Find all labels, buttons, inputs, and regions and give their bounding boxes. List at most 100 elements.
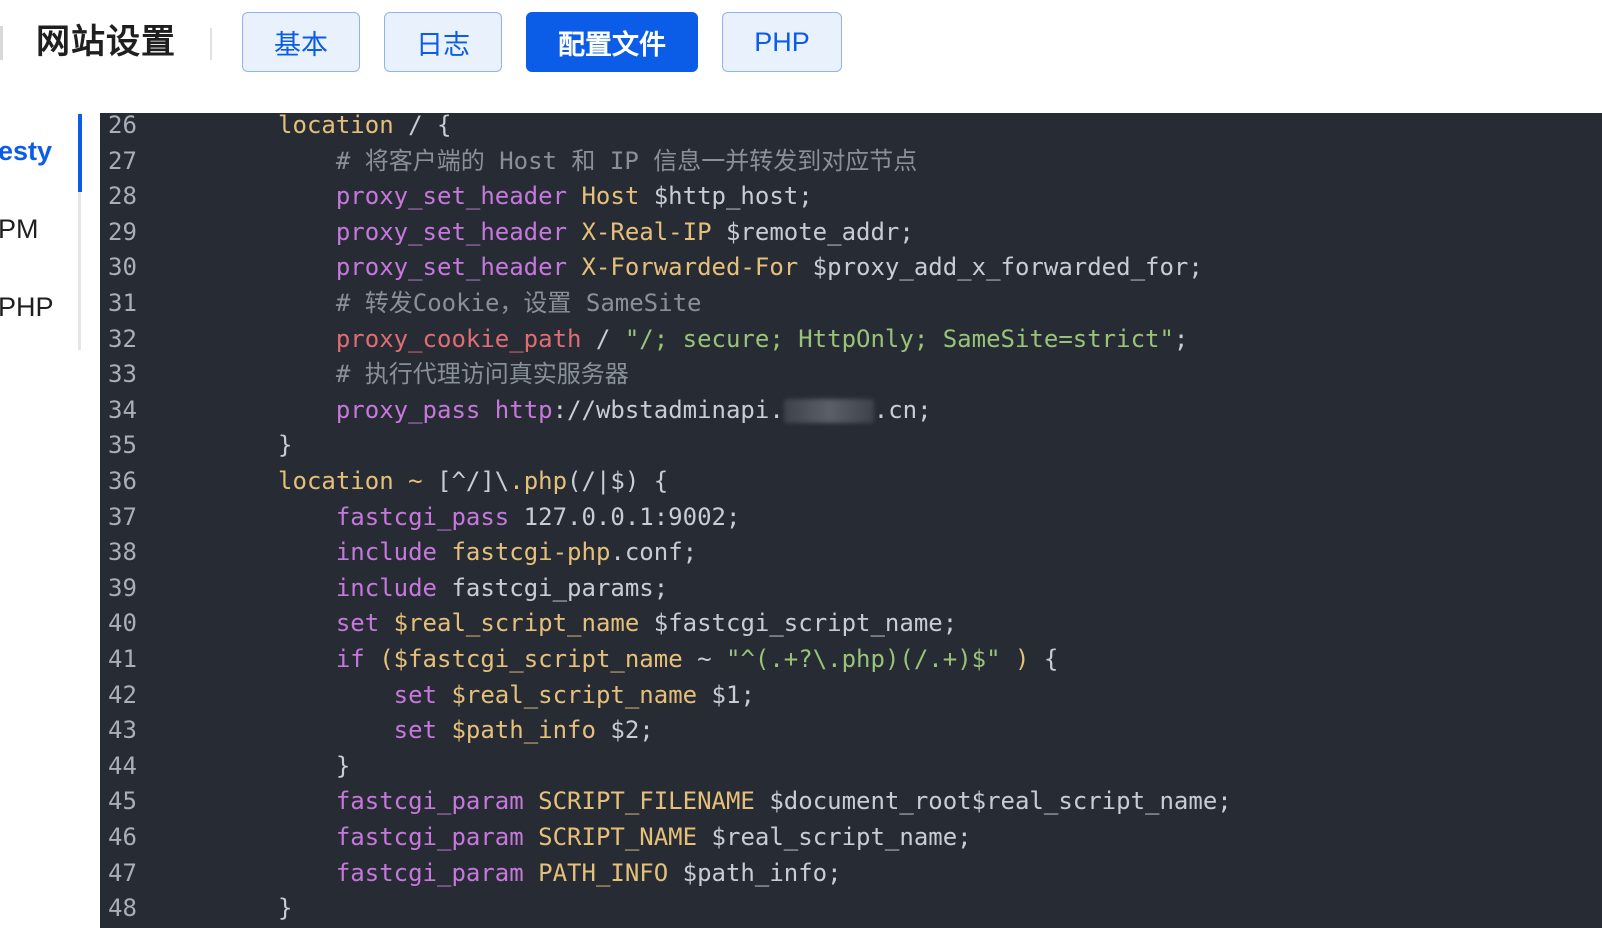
code-token: set (335, 609, 380, 638)
code-token: if (335, 645, 365, 673)
code-line: 36 location ~ [^/]\.php(/|$) { (100, 463, 1602, 499)
code-line: 43 set $path_info $2; (100, 712, 1602, 748)
code-line: 28 proxy_set_header Host $http_host; (100, 178, 1602, 214)
line-number: 45 (108, 787, 137, 816)
settings-tab-bar: 基本 日志 配置文件 PHP (242, 12, 842, 72)
code-line: 37 fastcgi_pass 127.0.0.1:9002; (100, 499, 1602, 535)
line-number: 35 (108, 431, 137, 460)
line-number: 34 (108, 395, 137, 424)
code-token: $real_script_name (451, 680, 698, 709)
code-line: 41 if ($fastcgi_script_name ~ "^(.+?\.ph… (100, 641, 1602, 677)
line-number: 42 (108, 680, 137, 709)
page-title: 网站设置 (36, 23, 176, 61)
code-token: / { (393, 113, 452, 139)
code-token: "/; secure; HttpOnly; SameSite=strict" (624, 324, 1174, 353)
code-token: "^(.+?\.php)(/.+)$" (726, 645, 1001, 673)
line-number: 33 (108, 360, 137, 389)
code-line: 48 } (100, 890, 1602, 926)
code-token: } (220, 894, 293, 923)
code-line: 39 include fastcgi_params; (100, 570, 1602, 606)
code-token: .conf; (610, 538, 698, 567)
line-number: 47 (108, 858, 137, 887)
code-token: { (1029, 645, 1059, 673)
line-number: 30 (108, 253, 137, 282)
line-number: 39 (108, 573, 137, 602)
sidebar-item-php[interactable]: PHP (0, 292, 54, 323)
line-number: 37 (108, 502, 137, 531)
code-token: http (494, 395, 553, 424)
code-line: 40 set $real_script_name $fastcgi_script… (100, 605, 1602, 641)
tab-php[interactable]: PHP (722, 12, 842, 72)
code-token: # 转发Cookie，设置 SameSite (335, 289, 702, 317)
code-line: 30 proxy_set_header X-Forwarded-For $pro… (100, 249, 1602, 285)
code-token: ) (1015, 645, 1030, 673)
code-token: } (220, 751, 351, 780)
redacted-domain (783, 398, 874, 423)
line-number: 40 (108, 609, 137, 638)
line-number: 29 (108, 217, 137, 246)
code-token: $real_script_name; (697, 823, 972, 851)
code-token: PATH_INFO (538, 858, 669, 887)
line-number: 38 (108, 538, 137, 567)
code-token: proxy_set_header (335, 182, 568, 211)
code-token: location (278, 113, 394, 139)
code-token: SCRIPT_FILENAME (538, 787, 755, 816)
code-token: $real_script_name (393, 609, 640, 638)
code-token: set (393, 716, 437, 745)
code-token: fastcgi_param (335, 787, 524, 816)
code-line: 38 include fastcgi-php.conf; (100, 534, 1602, 570)
code-token: $fastcgi_script_name; (639, 609, 958, 638)
tab-basic[interactable]: 基本 (242, 12, 360, 72)
code-line: 33 # 执行代理访问真实服务器 (100, 356, 1602, 392)
sidebar-item-php-fpm[interactable]: PM (0, 214, 39, 245)
code-line: 47 fastcgi_param PATH_INFO $path_info; (100, 855, 1602, 891)
code-line: 42 set $real_script_name $1; (100, 677, 1602, 713)
tab-config-file[interactable]: 配置文件 (526, 12, 698, 72)
config-code-editor[interactable]: 26 location / {27 # 将客户端的 Host 和 IP 信息一并… (100, 113, 1602, 928)
code-token: $document_root$real_script_name; (754, 787, 1232, 816)
code-line: 34 proxy_pass http://wbstadminapi. .cn; (100, 392, 1602, 428)
tab-log[interactable]: 日志 (384, 12, 502, 72)
left-edge-divider (0, 26, 3, 60)
line-number: 41 (108, 645, 137, 673)
code-token: fastcgi_pass (335, 502, 510, 531)
sidebar-item-openresty[interactable]: esty (0, 136, 52, 167)
code-token: .php (509, 467, 568, 495)
code-token: / (581, 324, 625, 353)
code-token: proxy_cookie_path (335, 324, 582, 353)
code-token: # 将客户端的 Host 和 IP 信息一并转发到对应节点 (335, 146, 918, 175)
code-token: Host (581, 182, 640, 211)
code-token: location (278, 467, 394, 495)
code-token: (/|$) { (567, 467, 669, 495)
code-line: 32 proxy_cookie_path / "/; secure; HttpO… (100, 321, 1602, 357)
line-number: 36 (108, 467, 137, 495)
line-number: 27 (108, 146, 137, 175)
line-number: 32 (108, 324, 137, 353)
code-token: 127.0.0.1:9002; (509, 502, 741, 531)
code-line: 44 } (100, 748, 1602, 784)
line-number: 44 (108, 751, 137, 780)
